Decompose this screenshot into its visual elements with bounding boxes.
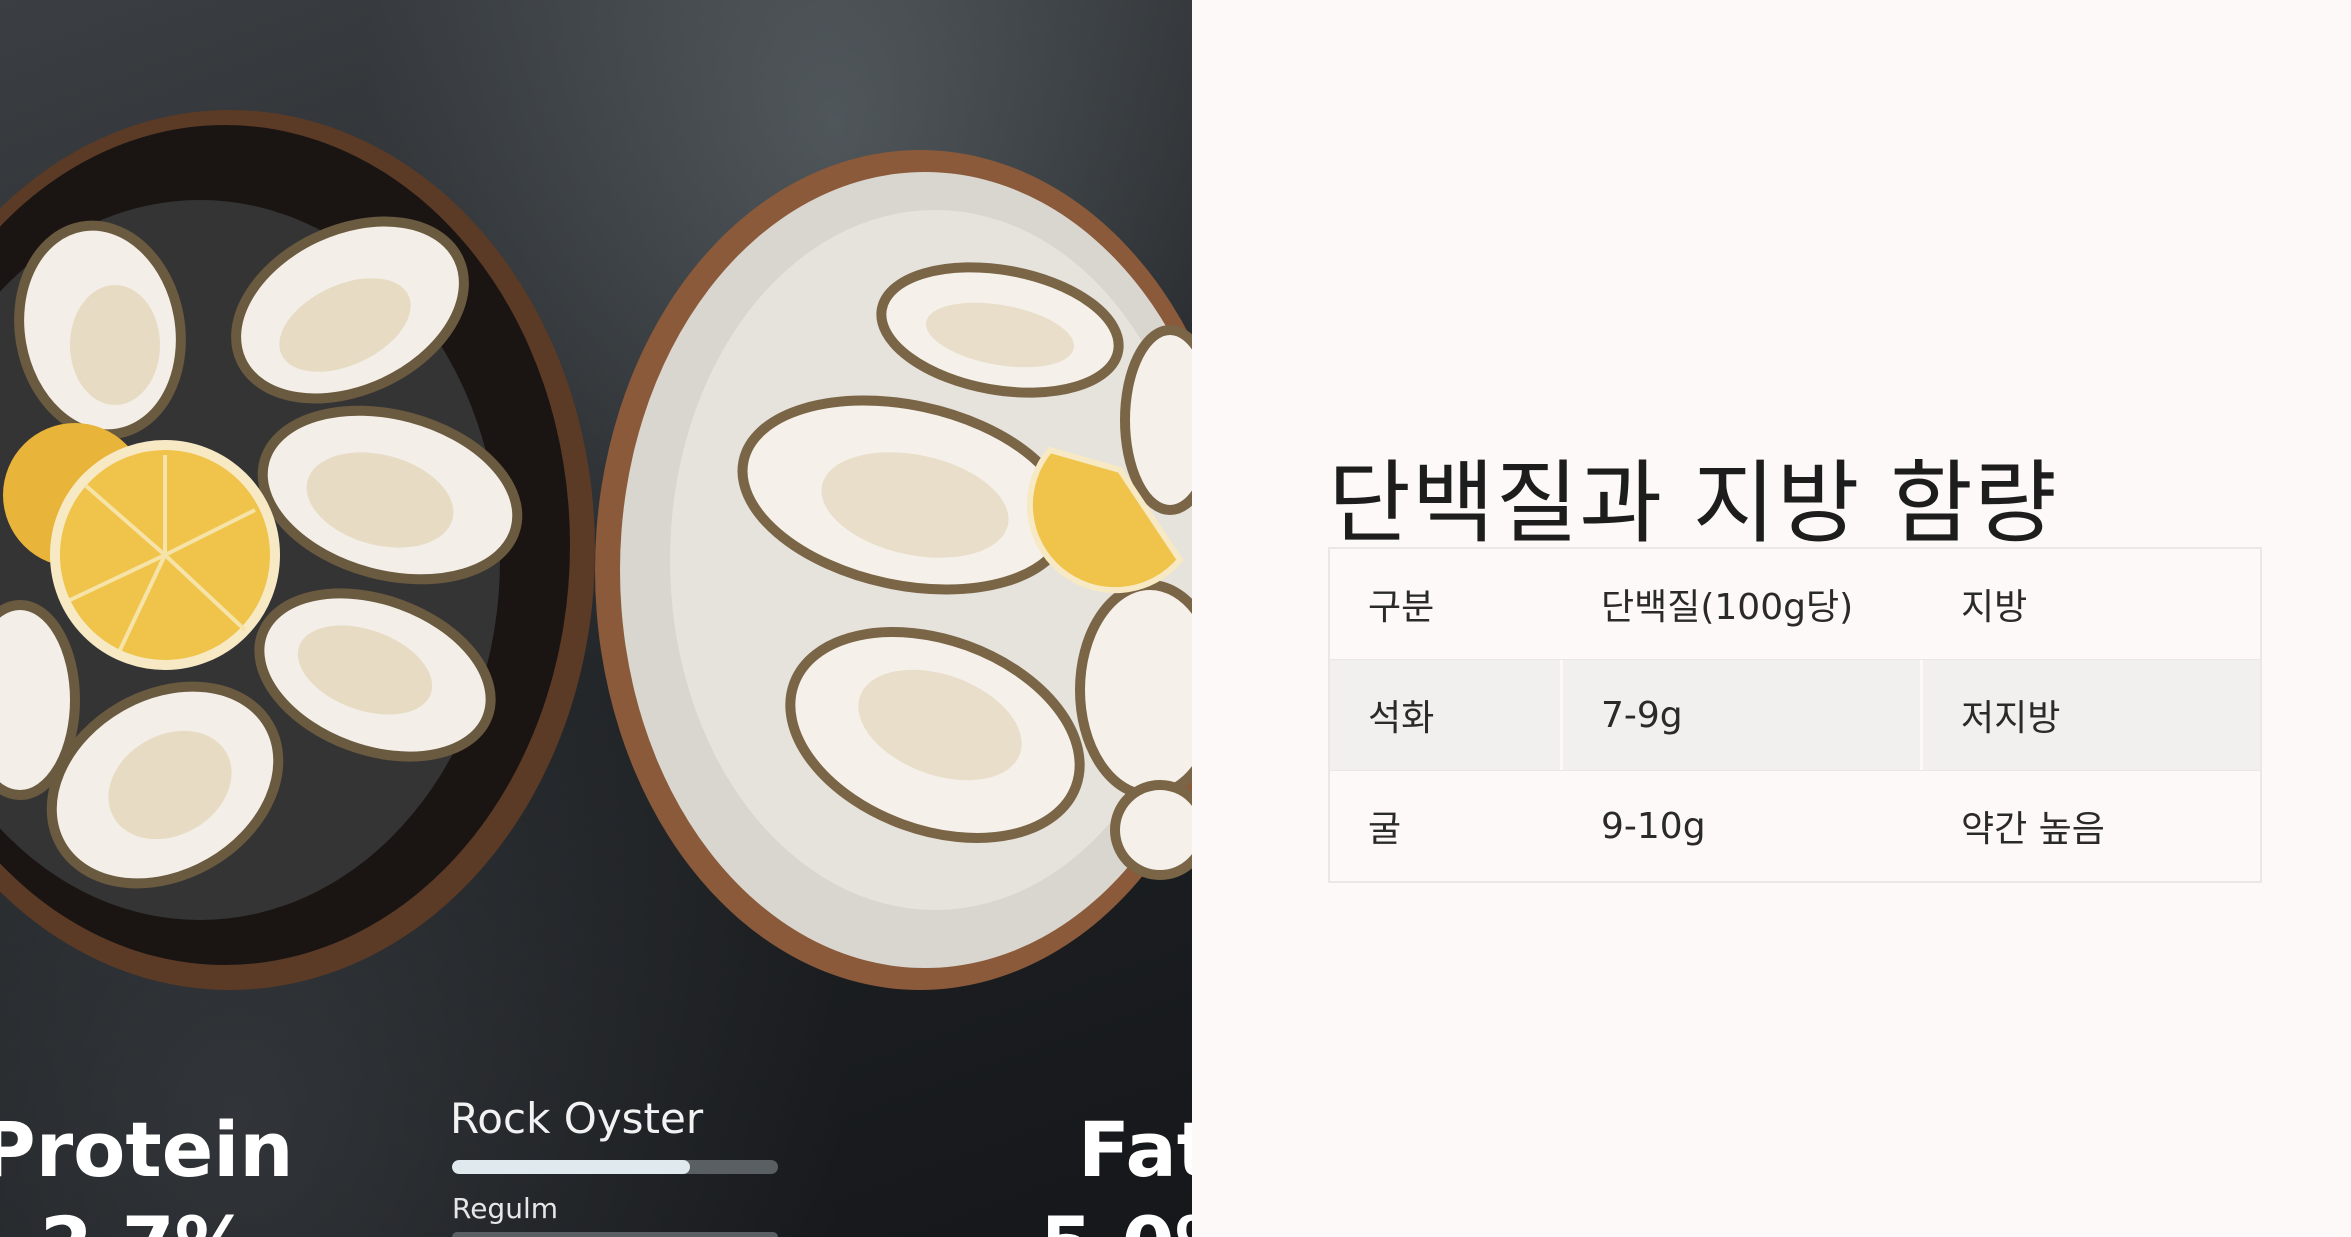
table-cell: 저지방 [1961,698,2061,739]
table-cell: 굴 [1368,809,1402,850]
nutrition-table: 구분 단백질(100g당) 지방 석화 7-9g 저지방 굴 9-10g 약간 … [1328,547,2262,883]
oyster-photo: Rock Oyster Regulm Protein 2.7% Fat 5.0% [0,0,1192,1237]
table-header-cell: 지방 [1961,587,2028,628]
table-cell: 9-10g [1601,805,1706,847]
fat-label: Fat [1078,1105,1192,1194]
table-header-row: 구분 단백질(100g당) 지방 [1330,549,2260,659]
protein-value: 2.7% [40,1200,251,1237]
rock-oyster-bar-fill [452,1160,690,1174]
regular-bar [452,1232,778,1237]
rock-oyster-label: Rock Oyster [450,1094,704,1143]
table-cell: 약간 높음 [1961,809,2105,850]
table-header-cell: 구분 [1368,587,1435,628]
page-title: 단백질과 지방 함량 [1328,451,2058,557]
table-row: 석화 7-9g 저지방 [1330,659,2260,770]
fat-value: 5.0% [1040,1200,1192,1237]
protein-label: Protein [0,1105,294,1194]
oyster-plates-illustration [0,110,1192,990]
table-cell: 석화 [1330,660,1563,770]
rock-oyster-bar [452,1160,778,1174]
regular-label: Regulm [452,1192,558,1225]
table-row: 굴 9-10g 약간 높음 [1330,770,2260,881]
table-cell: 7-9g [1563,660,1923,770]
table-header-cell: 단백질(100g당) [1601,587,1854,628]
